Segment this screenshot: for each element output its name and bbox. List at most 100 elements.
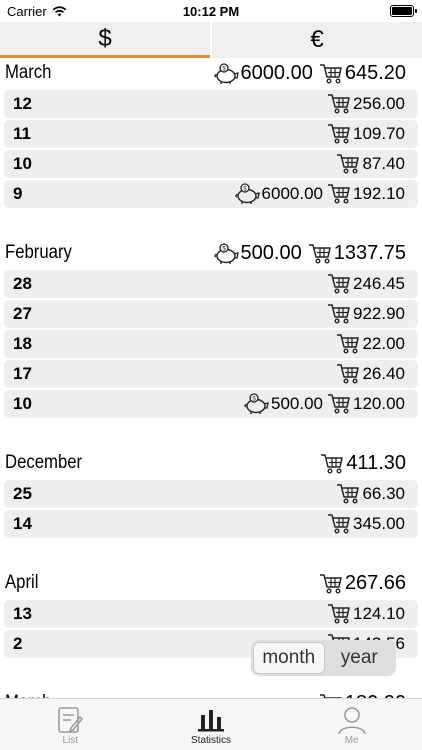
shopping-cart-icon (336, 333, 360, 355)
segment-month[interactable]: month (253, 642, 325, 674)
shopping-cart-icon (336, 363, 360, 385)
month-spent-group: 267.66 (319, 572, 406, 595)
day-number: 18 (13, 334, 32, 353)
tab-euro[interactable]: € (212, 22, 422, 58)
tab-statistics[interactable]: Statistics (141, 699, 282, 750)
day-number: 27 (13, 304, 32, 323)
month-saving-group: $6000.00 (213, 62, 313, 85)
day-saving: 6000.00 (261, 184, 323, 203)
battery-icon (390, 5, 417, 17)
tab-bar: List Statistics Me (0, 698, 422, 750)
piggy-bank-icon: $ (243, 393, 269, 415)
month-spent: 645.20 (344, 62, 406, 84)
piggy-bank-icon: $ (213, 62, 239, 85)
day-saving-group: $6000.00 (234, 183, 323, 205)
day-spent: 246.45 (353, 274, 405, 293)
shopping-cart-icon (308, 243, 332, 265)
day-row[interactable]: 18 22.00 (4, 330, 418, 358)
day-values: 246.45 (327, 273, 405, 295)
day-spent: 87.40 (362, 154, 405, 173)
day-row[interactable]: 28 246.45 (4, 270, 418, 298)
day-number: 28 (13, 274, 32, 293)
day-spent: 109.70 (353, 124, 405, 143)
statistics-list[interactable]: March $6000.00 645.20 12 256.00 11 109.70 10 87.… (0, 58, 422, 698)
day-row[interactable]: 12 256.00 (4, 90, 418, 118)
month-header: February $500.00 1337.75 (0, 238, 422, 270)
day-values: 109.70 (327, 123, 405, 145)
status-bar: Carrier 10:12 PM (0, 0, 422, 22)
month-spent: 267.66 (344, 572, 406, 594)
month-saving-group: $500.00 (213, 242, 302, 265)
tab-list[interactable]: List (0, 699, 141, 750)
day-spent: 26.40 (362, 364, 405, 383)
day-row[interactable]: 10 $500.00 120.00 (4, 390, 418, 418)
day-spent-group: 922.90 (327, 303, 405, 325)
shopping-cart-icon (327, 603, 351, 625)
month-header: December 411.30 (0, 448, 422, 480)
day-row[interactable]: 27 922.90 (4, 300, 418, 328)
day-number: 12 (13, 94, 32, 113)
month-header: March180.20 (0, 688, 422, 698)
tab-statistics-label: Statistics (191, 735, 232, 746)
day-spent-group: 87.40 (336, 153, 405, 175)
status-time: 10:12 PM (182, 4, 240, 19)
currency-tabs: $ € (0, 22, 422, 58)
day-spent-group: 246.45 (327, 273, 405, 295)
month-totals: $500.00 1337.75 (213, 242, 406, 265)
day-spent: 66.30 (362, 484, 405, 503)
day-spent-group: 22.00 (336, 333, 405, 355)
day-row[interactable]: 25 66.30 (4, 480, 418, 508)
day-spent-group: 124.10 (327, 603, 405, 625)
day-spent: 22.00 (362, 334, 405, 353)
day-spent-group: 192.10 (327, 183, 405, 205)
month-spent-group: 645.20 (319, 62, 406, 85)
day-number: 11 (13, 124, 31, 143)
month-totals: 267.66 (319, 572, 406, 595)
day-number: 17 (13, 364, 32, 383)
piggy-bank-icon: $ (234, 183, 260, 205)
day-spent-group: 256.00 (327, 93, 405, 115)
day-values: 922.90 (327, 303, 405, 325)
day-number: 14 (13, 514, 32, 533)
month-totals: $6000.00 645.20 (213, 62, 406, 85)
day-spent-group: 345.00 (327, 513, 405, 535)
segment-year[interactable]: year (325, 642, 395, 674)
tab-me[interactable]: Me (281, 699, 422, 750)
day-row[interactable]: 13 124.10 (4, 600, 418, 628)
day-values: 124.10 (327, 603, 405, 625)
day-values: 66.30 (336, 483, 405, 505)
month-totals: 411.30 (320, 452, 406, 475)
day-row[interactable]: 11 109.70 (4, 120, 418, 148)
month-name: March (5, 62, 52, 83)
day-spent: 120.00 (353, 394, 405, 413)
day-number: 9 (13, 184, 23, 203)
person-icon (337, 705, 367, 735)
day-values: 87.40 (336, 153, 405, 175)
day-spent-group: 66.30 (336, 483, 405, 505)
month-saving: 6000.00 (240, 62, 313, 84)
day-number: 10 (13, 154, 32, 173)
month-spent-group: 1337.75 (308, 242, 406, 265)
month-header: April 267.66 (0, 568, 422, 600)
day-row[interactable]: 10 87.40 (4, 150, 418, 178)
day-spent: 124.10 (353, 604, 405, 623)
bar-chart-icon (197, 705, 225, 735)
day-row[interactable]: 17 26.40 (4, 360, 418, 388)
day-row[interactable]: 14 345.00 (4, 510, 418, 538)
shopping-cart-icon (336, 153, 360, 175)
month-saving: 500.00 (240, 242, 302, 264)
shopping-cart-icon (327, 123, 351, 145)
month-name: February (5, 242, 72, 263)
shopping-cart-icon (327, 183, 351, 205)
day-values: $500.00 120.00 (243, 393, 405, 415)
day-row[interactable]: 9 $6000.00 192.10 (4, 180, 418, 208)
piggy-bank-icon: $ (213, 242, 239, 265)
tab-dollar[interactable]: $ (0, 22, 210, 58)
shopping-cart-icon (327, 303, 351, 325)
shopping-cart-icon (336, 483, 360, 505)
tab-list-label: List (62, 735, 79, 746)
day-spent-group: 109.70 (327, 123, 405, 145)
day-spent-group: 26.40 (336, 363, 405, 385)
